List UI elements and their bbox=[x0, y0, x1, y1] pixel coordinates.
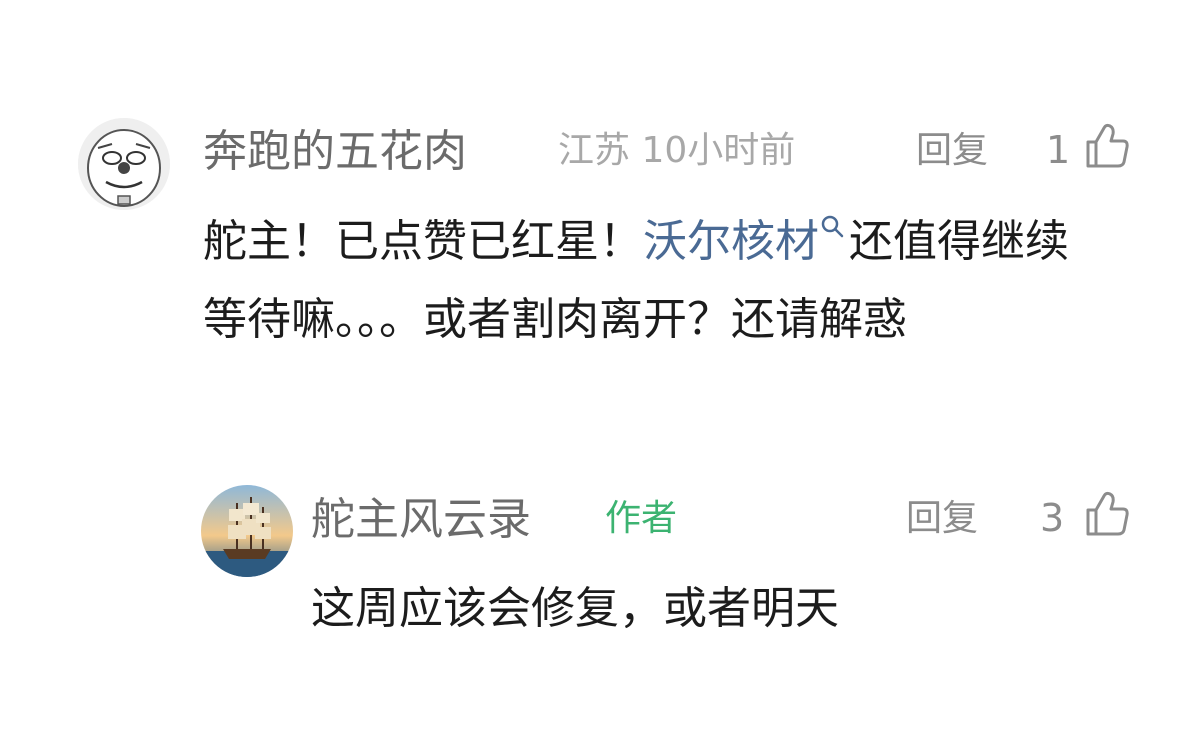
thumbs-up-icon[interactable] bbox=[1082, 122, 1130, 174]
search-icon[interactable] bbox=[819, 213, 845, 239]
stock-keyword-text[interactable]: 沃尔核材 bbox=[643, 216, 819, 267]
reply-reply-button[interactable]: 回复 bbox=[906, 501, 978, 537]
reply-text: 这周应该会修复，或者明天 bbox=[311, 583, 839, 634]
comment-reply-button[interactable]: 回复 bbox=[916, 133, 988, 169]
comment-text: 舵主！已点赞已红星！沃尔核材 还值得继续等待嘛。。。或者割肉离开？还请解惑 bbox=[203, 203, 1103, 359]
thumbs-up-icon[interactable] bbox=[1082, 490, 1130, 542]
stock-keyword-link[interactable]: 沃尔核材 bbox=[643, 213, 849, 267]
comment-location-time: 江苏 10小时前 bbox=[558, 130, 796, 171]
comment-like-count: 1 bbox=[1046, 128, 1071, 172]
comment-username[interactable]: 奔跑的五花肉 bbox=[203, 130, 467, 174]
reply-like-count: 3 bbox=[1040, 496, 1065, 540]
reply-username[interactable]: 舵主风云录 bbox=[311, 498, 531, 542]
comment-text-before: 舵主！已点赞已红星！ bbox=[203, 216, 643, 267]
comment-avatar[interactable] bbox=[78, 118, 170, 210]
reply-avatar[interactable] bbox=[201, 485, 293, 577]
author-badge: 作者 bbox=[605, 498, 678, 539]
